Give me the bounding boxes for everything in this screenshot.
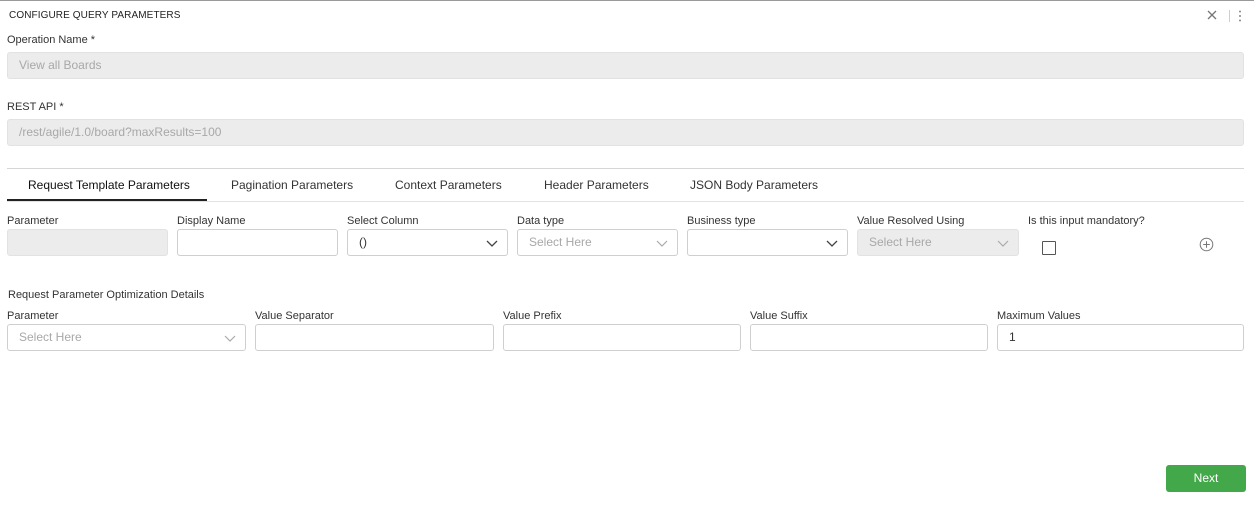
data-type-label: Data type <box>517 215 565 227</box>
value-separator-input[interactable] <box>255 324 494 351</box>
value-suffix-input[interactable] <box>750 324 988 351</box>
header-divider <box>1229 10 1230 22</box>
rest-api-value: /rest/agile/1.0/board?maxResults=100 <box>19 125 222 139</box>
business-type-label: Business type <box>687 215 756 227</box>
tab-request-template-parameters[interactable]: Request Template Parameters <box>28 178 190 192</box>
add-circle-icon[interactable] <box>1199 237 1214 252</box>
data-type-placeholder: Select Here <box>529 235 592 249</box>
rest-api-field: /rest/agile/1.0/board?maxResults=100 <box>7 119 1244 146</box>
parameter-field <box>7 229 168 256</box>
value-prefix-input[interactable] <box>503 324 741 351</box>
tab-header-parameters[interactable]: Header Parameters <box>544 178 649 192</box>
data-type-dropdown[interactable]: Select Here <box>517 229 678 256</box>
opt-parameter-label: Parameter <box>7 310 59 322</box>
operation-name-field: View all Boards <box>7 52 1244 79</box>
business-type-dropdown[interactable] <box>687 229 848 256</box>
next-button[interactable]: Next <box>1166 465 1246 492</box>
opt-parameter-dropdown[interactable]: Select Here <box>7 324 246 351</box>
tab-pagination-parameters[interactable]: Pagination Parameters <box>231 178 353 192</box>
value-prefix-label: Value Prefix <box>503 310 562 322</box>
select-column-label: Select Column <box>347 215 419 227</box>
value-resolved-using-placeholder: Select Here <box>869 235 932 249</box>
maximum-values-value: 1 <box>1009 330 1016 344</box>
active-tab-indicator <box>7 199 207 201</box>
maximum-values-input[interactable]: 1 <box>997 324 1244 351</box>
optimization-section-title: Request Parameter Optimization Details <box>8 289 205 301</box>
close-icon[interactable] <box>1205 8 1219 22</box>
operation-name-label: Operation Name * <box>7 34 96 46</box>
rest-api-label: REST API * <box>7 101 64 113</box>
tab-bar-divider <box>7 201 1244 202</box>
chevron-down-icon <box>224 335 236 342</box>
chevron-down-icon <box>656 240 668 247</box>
value-suffix-label: Value Suffix <box>750 310 808 322</box>
value-separator-label: Value Separator <box>255 310 334 322</box>
select-column-dropdown[interactable]: () <box>347 229 508 256</box>
chevron-down-icon <box>997 240 1009 247</box>
chevron-down-icon <box>486 240 498 247</box>
mandatory-checkbox[interactable] <box>1042 241 1056 255</box>
select-column-value: () <box>359 235 367 249</box>
tab-json-body-parameters[interactable]: JSON Body Parameters <box>690 178 818 192</box>
chevron-down-icon <box>826 240 838 247</box>
maximum-values-label: Maximum Values <box>997 310 1081 322</box>
opt-parameter-placeholder: Select Here <box>19 330 82 344</box>
parameter-label: Parameter <box>7 215 59 227</box>
top-border <box>0 0 1254 1</box>
mandatory-label: Is this input mandatory? <box>1028 215 1145 227</box>
value-resolved-using-label: Value Resolved Using <box>857 215 965 227</box>
more-vertical-icon[interactable] <box>1235 9 1245 23</box>
tab-context-parameters[interactable]: Context Parameters <box>395 178 502 192</box>
value-resolved-using-dropdown: Select Here <box>857 229 1019 256</box>
display-name-label: Display Name <box>177 215 246 227</box>
dialog-title: CONFIGURE QUERY PARAMETERS <box>9 10 181 21</box>
operation-name-value: View all Boards <box>19 58 102 72</box>
section-divider <box>7 168 1244 169</box>
display-name-input[interactable] <box>177 229 338 256</box>
